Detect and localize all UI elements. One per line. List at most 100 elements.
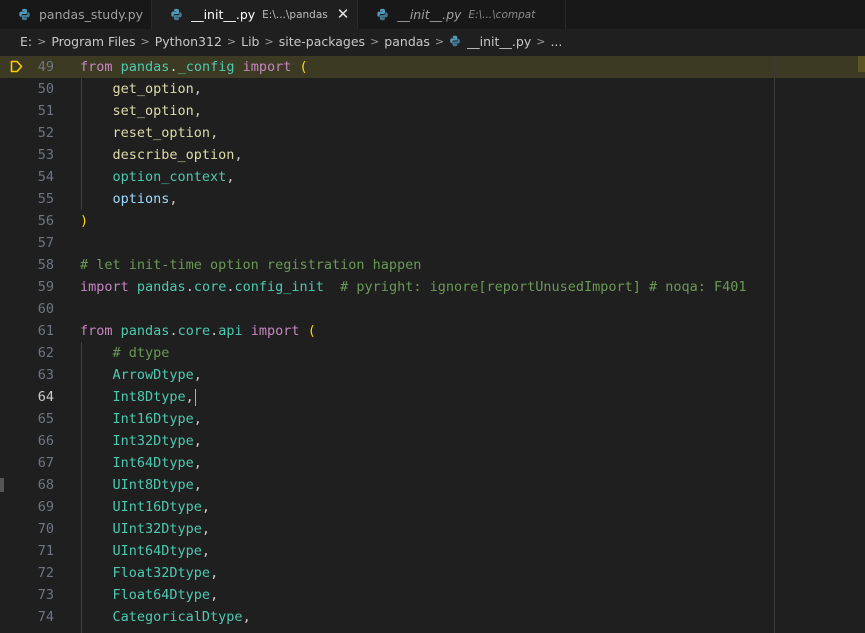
code-token: describe_option xyxy=(112,147,235,163)
code-line[interactable]: 59 import pandas.core.config_init # pyrig… xyxy=(0,276,865,298)
chevron-right-icon: > xyxy=(140,34,150,48)
line-number: 53 xyxy=(37,147,54,163)
code-token: api xyxy=(218,323,243,339)
code-line[interactable]: 51 set_option, xyxy=(0,100,865,122)
code-editor[interactable]: 49 from pandas._config import (50 get_opt… xyxy=(0,56,865,633)
text-cursor xyxy=(194,388,196,406)
code-line[interactable]: 72 Float32Dtype, xyxy=(0,562,865,584)
code-text: # let init-time option registration happ… xyxy=(80,254,421,276)
code-token: UInt16Dtype xyxy=(112,499,202,515)
code-token: , xyxy=(201,499,211,515)
code-line[interactable]: 70 UInt32Dtype, xyxy=(0,518,865,540)
code-text: set_option, xyxy=(80,100,202,122)
breadcrumb-item[interactable]: ... xyxy=(550,34,562,49)
code-token: , xyxy=(226,169,235,185)
code-line[interactable]: 73 Float64Dtype, xyxy=(0,584,865,606)
code-token: Int16Dtype xyxy=(112,411,194,427)
code-line[interactable]: 61 from pandas.core.api import ( xyxy=(0,320,865,342)
breadcrumb-item[interactable]: site-packages xyxy=(279,34,365,49)
breadcrumb-item[interactable]: pandas xyxy=(384,34,430,49)
chevron-right-icon: > xyxy=(264,34,274,48)
code-line[interactable]: 53 describe_option, xyxy=(0,144,865,166)
code-line[interactable]: 68 UInt8Dtype, xyxy=(0,474,865,496)
code-line[interactable]: 57 xyxy=(0,232,865,254)
code-line[interactable]: 62 # dtype xyxy=(0,342,865,364)
code-line[interactable]: 71 UInt64Dtype, xyxy=(0,540,865,562)
line-number: 71 xyxy=(37,543,54,559)
tab-init-compat[interactable]: __init__.py E:\...\compat xyxy=(358,0,567,29)
chevron-right-icon: > xyxy=(226,34,237,48)
code-line[interactable]: 66 Int32Dtype, xyxy=(0,430,865,452)
chevron-right-icon: > xyxy=(536,34,546,48)
scrollbar-marker[interactable] xyxy=(858,56,865,72)
code-token: config_init xyxy=(234,279,324,295)
code-token: , xyxy=(193,411,202,427)
code-text: from pandas._config import ( xyxy=(80,56,308,78)
code-line[interactable]: 69 UInt16Dtype, xyxy=(0,496,865,518)
close-icon[interactable]: ✕ xyxy=(337,7,350,22)
python-file-icon xyxy=(19,8,30,21)
code-line[interactable]: 52 reset_option, xyxy=(0,122,865,144)
line-number: 69 xyxy=(37,499,54,515)
code-text: Float64Dtype, xyxy=(80,584,219,606)
line-number: 64 xyxy=(37,389,54,405)
code-token: ( xyxy=(307,323,316,339)
code-line[interactable]: 65 Int16Dtype, xyxy=(0,408,865,430)
code-line[interactable]: 63 ArrowDtype, xyxy=(0,364,865,386)
breadcrumb-item[interactable]: Lib xyxy=(241,34,259,49)
code-token: , xyxy=(193,455,202,471)
code-token: , xyxy=(201,543,211,559)
tab-pandas-study[interactable]: pandas_study.py xyxy=(0,0,153,29)
sash-handle[interactable] xyxy=(0,478,4,492)
code-line[interactable]: 60 xyxy=(0,298,865,320)
chevron-right-icon: > xyxy=(370,34,380,48)
line-number: 57 xyxy=(37,235,54,251)
code-token: get_option xyxy=(112,81,194,97)
tab-label: __init__.py xyxy=(397,7,462,22)
breadcrumb-item[interactable]: Program Files xyxy=(51,34,135,49)
code-text: Int8Dtype, xyxy=(80,386,196,408)
code-line[interactable]: 58 # let init-time option registration ha… xyxy=(0,254,865,276)
code-token: import xyxy=(250,323,300,339)
line-number: 70 xyxy=(37,521,54,537)
breadcrumb-item[interactable]: __init__.py xyxy=(467,34,531,49)
line-number: 67 xyxy=(37,455,54,471)
code-text: from pandas.core.api import ( xyxy=(80,320,316,342)
line-number: 58 xyxy=(37,257,54,273)
code-text: describe_option, xyxy=(80,144,243,166)
code-token: Float64Dtype xyxy=(112,587,211,603)
code-token: option_context xyxy=(112,169,227,185)
code-line[interactable]: 55 options, xyxy=(0,188,865,210)
breadcrumb-item[interactable]: E: xyxy=(20,34,32,49)
code-token: , xyxy=(193,103,202,119)
chevron-right-icon: > xyxy=(37,34,47,48)
code-line[interactable]: 64 Int8Dtype, xyxy=(0,386,865,408)
code-line[interactable]: 67 Int64Dtype, xyxy=(0,452,865,474)
tab-label: pandas_study.py xyxy=(39,7,144,22)
code-token: # let init-time option registration happ… xyxy=(80,257,422,273)
code-line[interactable]: 49 from pandas._config import ( xyxy=(0,56,865,78)
line-number: 54 xyxy=(37,169,54,185)
debug-breakpoint-icon[interactable] xyxy=(10,60,23,73)
code-line[interactable]: 56) xyxy=(0,210,865,232)
breadcrumb-item[interactable]: Python312 xyxy=(155,34,222,49)
code-token: , xyxy=(234,147,243,163)
tab-init-pandas[interactable]: __init__.py E:\...\pandas ✕ xyxy=(152,0,359,29)
code-text: options, xyxy=(80,188,178,210)
code-line[interactable]: 50 get_option, xyxy=(0,78,865,100)
code-text: # dtype xyxy=(80,342,170,364)
code-text: option_context, xyxy=(80,166,235,188)
line-number: 65 xyxy=(37,411,54,427)
code-token: , xyxy=(201,521,211,537)
code-line[interactable]: 54 option_context, xyxy=(0,166,865,188)
code-line[interactable]: 74 CategoricalDtype, xyxy=(0,606,865,628)
